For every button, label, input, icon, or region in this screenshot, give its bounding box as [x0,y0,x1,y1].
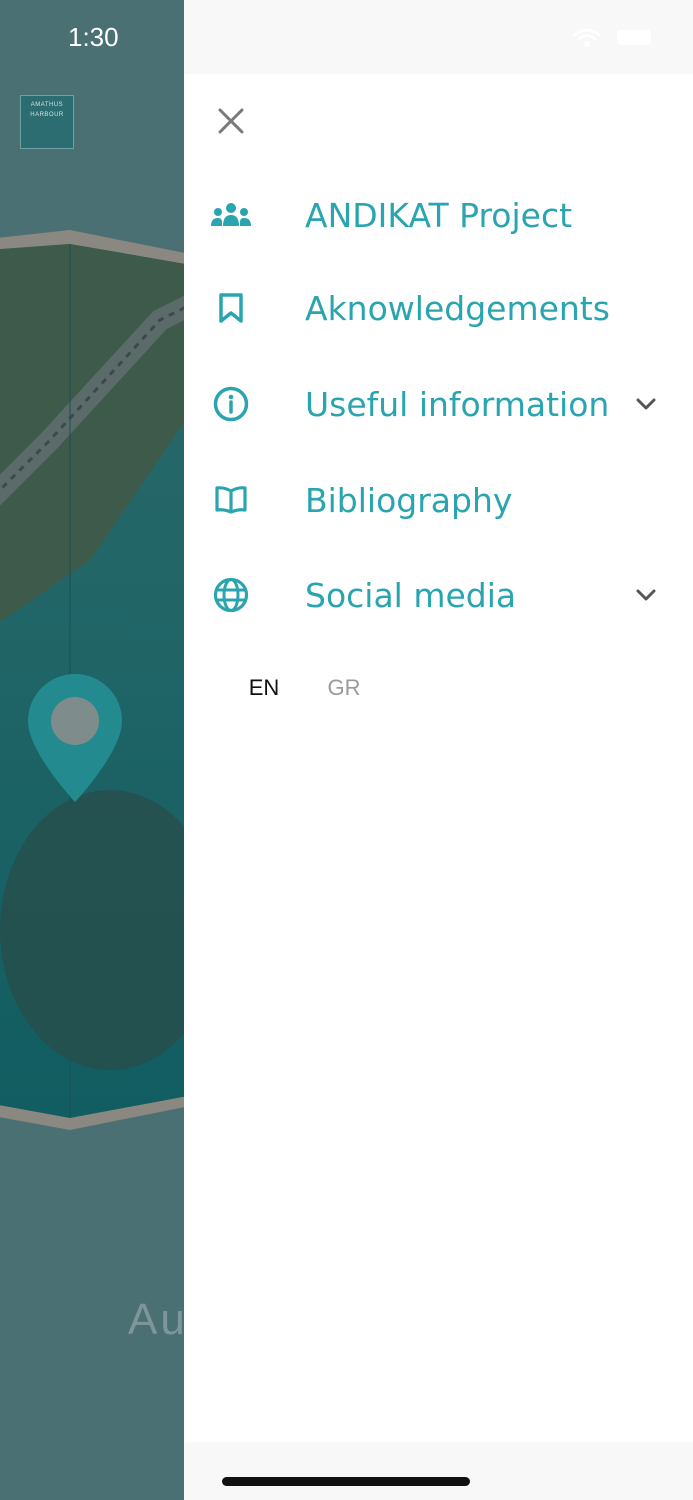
menu-item-bibliography[interactable]: Bibliography [184,460,693,540]
background-caption: Au [128,1295,188,1344]
language-option-en[interactable]: EN [224,675,304,701]
bottom-safe-area [184,1442,693,1500]
wifi-icon [573,28,601,47]
menu-item-label: Aknowledgements [305,288,610,328]
info-circle-icon [209,382,253,426]
status-time: 1:30 [68,22,119,52]
chevron-down-icon[interactable] [632,581,660,609]
menu-item-label: Useful information [305,384,610,424]
menu-item-social-media[interactable]: Social media [184,555,693,635]
status-bar [184,0,693,74]
location-pin-icon [28,674,122,802]
language-switcher: EN GR [224,675,384,701]
menu-item-aknowledgements[interactable]: Aknowledgements [184,268,693,348]
language-option-gr[interactable]: GR [304,675,384,701]
menu-item-label: ANDIKAT Project [305,195,573,235]
menu-item-label: Social media [305,575,517,615]
close-button[interactable] [210,100,252,142]
battery-icon [617,30,651,45]
open-book-icon [209,478,253,522]
menu-item-andikat-project[interactable]: ANDIKAT Project [184,175,693,255]
home-indicator [222,1477,470,1486]
logo-line-2: HARBOUR [30,112,64,118]
globe-icon [209,573,253,617]
people-group-icon [209,193,253,237]
menu-item-label: Bibliography [305,480,513,520]
chevron-down-icon[interactable] [632,390,660,418]
logo-line-1: AMATHUS [30,102,64,108]
side-drawer: ANDIKAT Project Aknowledgements Useful i… [184,0,693,1500]
bookmark-icon [209,286,253,330]
menu-item-useful-information[interactable]: Useful information [184,364,693,444]
close-icon [218,108,244,134]
app-logo: AMATHUS HARBOUR [20,95,74,149]
